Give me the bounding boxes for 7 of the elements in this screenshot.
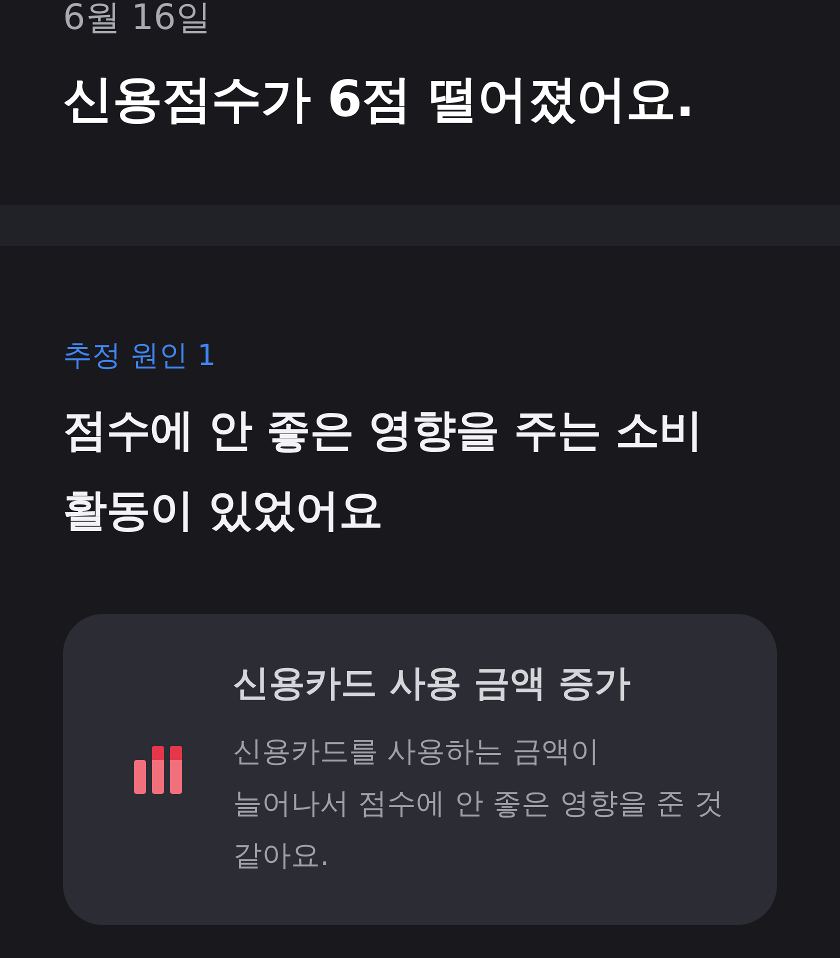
date-text: 6월 16일 xyxy=(63,0,212,36)
cause-label: 추정 원인 1 xyxy=(63,337,217,374)
page-title: 신용점수가 6점 떨어졌어요. xyxy=(63,69,696,130)
card-title: 신용카드 사용 금액 증가 xyxy=(233,662,632,706)
cause-heading: 점수에 안 좋은 영향을 주는 소비 활동이 있었어요 xyxy=(63,404,704,538)
card-description: 신용카드를 사용하는 금액이 늘어나서 점수에 안 좋은 영향을 준 것 같아요. xyxy=(233,732,724,874)
bar-chart-icon xyxy=(134,746,182,794)
